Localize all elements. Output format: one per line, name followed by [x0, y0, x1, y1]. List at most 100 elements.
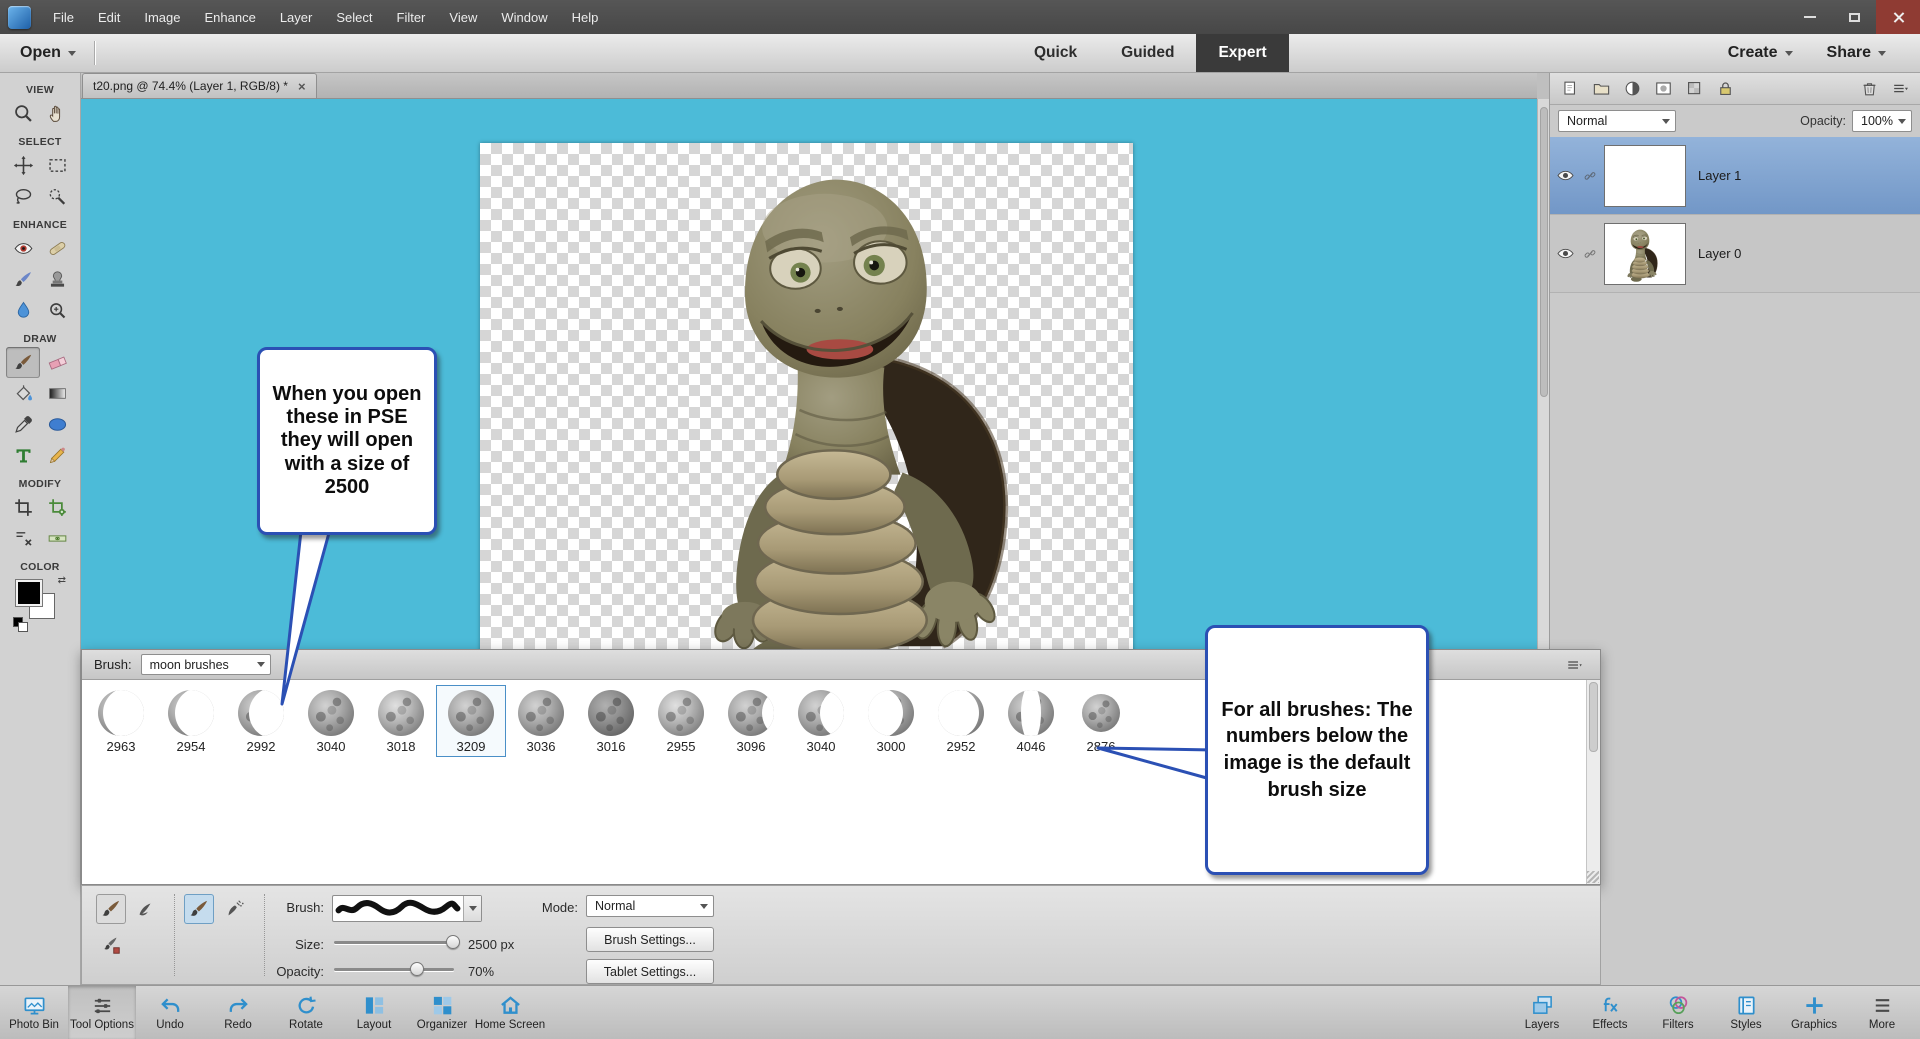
brush-preset-3209[interactable]: 3209 — [436, 685, 506, 757]
brush-preset-3096[interactable]: 3096 — [716, 685, 786, 757]
brush-preset-3036[interactable]: 3036 — [506, 685, 576, 757]
taskbar-redo[interactable]: Redo — [204, 986, 272, 1039]
menu-layer[interactable]: Layer — [268, 0, 325, 34]
layer-row-layer-0[interactable]: Layer 0 — [1550, 215, 1920, 293]
menu-enhance[interactable]: Enhance — [193, 0, 268, 34]
taskbar-filters[interactable]: Filters — [1644, 986, 1712, 1039]
slider-thumb[interactable] — [410, 962, 424, 976]
scrollbar-thumb[interactable] — [1589, 682, 1598, 752]
menu-edit[interactable]: Edit — [86, 0, 132, 34]
new-group-button[interactable] — [1589, 77, 1613, 101]
resize-grip-icon[interactable] — [1587, 871, 1599, 883]
paint-mode-dropdown[interactable]: Normal — [586, 895, 714, 917]
tool-eraser[interactable] — [40, 347, 74, 378]
brush-preset-4046[interactable]: 4046 — [996, 685, 1066, 757]
layer-link-icon[interactable] — [1580, 169, 1600, 183]
taskbar-home-screen[interactable]: Home Screen — [475, 986, 545, 1039]
layer-opacity-input[interactable]: 100% — [1852, 110, 1912, 132]
create-button[interactable]: Create — [1728, 44, 1793, 62]
tool-zoom[interactable] — [6, 98, 40, 129]
tool-variant-impressionist-brush[interactable] — [130, 894, 160, 924]
taskbar-tool-options[interactable]: Tool Options — [68, 986, 136, 1039]
taskbar-graphics[interactable]: Graphics — [1780, 986, 1848, 1039]
color-swatches[interactable]: ⇄ — [13, 575, 67, 632]
menu-image[interactable]: Image — [132, 0, 192, 34]
taskbar-layers[interactable]: Layers — [1508, 986, 1576, 1039]
lock-transparent-button[interactable] — [1682, 77, 1706, 101]
brush-stroke-dropdown[interactable] — [332, 895, 482, 922]
open-button[interactable]: Open — [0, 34, 94, 72]
mode-tab-quick[interactable]: Quick — [1012, 34, 1099, 72]
delete-layer-button[interactable] — [1857, 77, 1881, 101]
brush-preset-dropdown[interactable]: moon brushes — [140, 654, 271, 675]
menu-help[interactable]: Help — [560, 0, 611, 34]
foreground-color-swatch[interactable] — [16, 580, 42, 606]
blend-mode-dropdown[interactable]: Normal — [1558, 110, 1676, 132]
brush-preset-3000[interactable]: 3000 — [856, 685, 926, 757]
share-button[interactable]: Share — [1827, 44, 1886, 62]
mode-tab-expert[interactable]: Expert — [1196, 34, 1289, 72]
tool-quick-select[interactable] — [40, 181, 74, 212]
taskbar-more[interactable]: More — [1848, 986, 1916, 1039]
tool-gradient[interactable] — [40, 378, 74, 409]
layer-link-icon[interactable] — [1580, 247, 1600, 261]
brush-preset-2952[interactable]: 2952 — [926, 685, 996, 757]
swap-colors-icon[interactable]: ⇄ — [58, 575, 66, 586]
tool-red-eye[interactable] — [6, 233, 40, 264]
taskbar-photo-bin[interactable]: Photo Bin — [0, 986, 68, 1039]
tab-close-icon[interactable]: × — [298, 79, 306, 94]
scrollbar-thumb[interactable] — [1540, 107, 1548, 397]
taskbar-layout[interactable]: Layout — [340, 986, 408, 1039]
tool-marquee[interactable] — [40, 150, 74, 181]
brush-preset-3016[interactable]: 3016 — [576, 685, 646, 757]
tool-spot-heal[interactable] — [40, 233, 74, 264]
default-colors-icon[interactable] — [13, 617, 28, 632]
layer-visibility-toggle[interactable] — [1550, 244, 1580, 263]
maximize-button[interactable] — [1832, 0, 1876, 34]
lock-all-button[interactable] — [1713, 77, 1737, 101]
layer-mask-button[interactable] — [1651, 77, 1675, 101]
slider-thumb[interactable] — [446, 935, 460, 949]
panel-menu-button[interactable] — [1888, 77, 1912, 101]
new-layer-button[interactable] — [1558, 77, 1582, 101]
tool-shape[interactable] — [40, 409, 74, 440]
tool-straighten[interactable] — [40, 523, 74, 554]
taskbar-undo[interactable]: Undo — [136, 986, 204, 1039]
tool-variant-color-replacement[interactable] — [96, 930, 126, 960]
tablet-settings-button[interactable]: Tablet Settings... — [586, 959, 714, 984]
brush-preset-2954[interactable]: 2954 — [156, 685, 226, 757]
tool-recompose[interactable] — [40, 492, 74, 523]
menu-file[interactable]: File — [41, 0, 86, 34]
minimize-button[interactable] — [1788, 0, 1832, 34]
menu-filter[interactable]: Filter — [385, 0, 438, 34]
layer-row-layer-1[interactable]: Layer 1 — [1550, 137, 1920, 215]
tool-pencil[interactable] — [40, 440, 74, 471]
tool-sharpen[interactable] — [40, 295, 74, 326]
tool-smart-brush[interactable] — [6, 264, 40, 295]
airbrush-mode-button[interactable] — [220, 894, 250, 924]
brush-preset-2963[interactable]: 2963 — [86, 685, 156, 757]
layer-thumbnail[interactable] — [1604, 222, 1686, 285]
brush-preset-3018[interactable]: 3018 — [366, 685, 436, 757]
brush-preset-2955[interactable]: 2955 — [646, 685, 716, 757]
tool-hand[interactable] — [40, 98, 74, 129]
tool-lasso[interactable] — [6, 181, 40, 212]
taskbar-rotate[interactable]: Rotate — [272, 986, 340, 1039]
tool-brush[interactable] — [6, 347, 40, 378]
mode-tab-guided[interactable]: Guided — [1099, 34, 1196, 72]
taskbar-organizer[interactable]: Organizer — [408, 986, 476, 1039]
opacity-slider[interactable] — [334, 961, 454, 977]
brush-preset-3040[interactable]: 3040 — [786, 685, 856, 757]
layer-visibility-toggle[interactable] — [1550, 166, 1580, 185]
tool-eyedropper[interactable] — [6, 409, 40, 440]
document-tab[interactable]: t20.png @ 74.4% (Layer 1, RGB/8) * × — [82, 73, 317, 98]
tool-paint-bucket[interactable] — [6, 378, 40, 409]
layer-thumbnail[interactable] — [1604, 144, 1686, 207]
tool-move[interactable] — [6, 150, 40, 181]
adjustment-layer-button[interactable] — [1620, 77, 1644, 101]
tool-type[interactable] — [6, 440, 40, 471]
brush-settings-button[interactable]: Brush Settings... — [586, 927, 714, 952]
taskbar-styles[interactable]: Styles — [1712, 986, 1780, 1039]
menu-view[interactable]: View — [437, 0, 489, 34]
taskbar-effects[interactable]: Effects — [1576, 986, 1644, 1039]
